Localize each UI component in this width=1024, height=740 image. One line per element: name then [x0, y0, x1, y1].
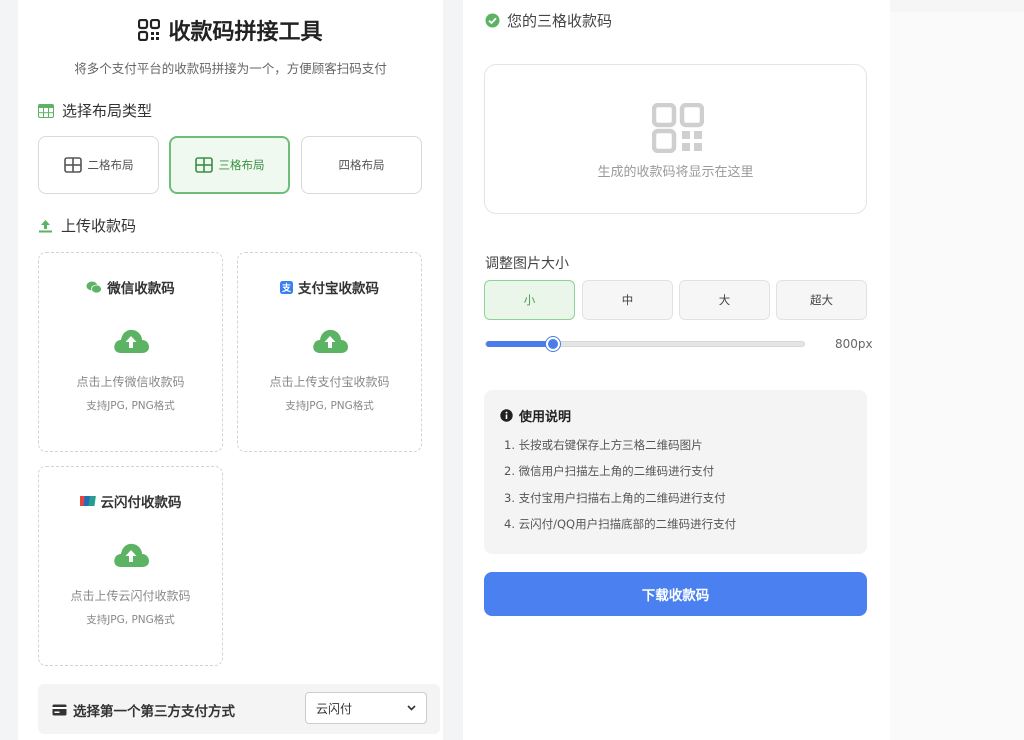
- format-hint: 支持JPG, PNG格式: [285, 400, 374, 412]
- page-background: [890, 0, 1024, 740]
- selected-value: 云闪付: [316, 701, 353, 716]
- instruction-item: 2. 微信用户扫描左上角的二维码进行支付: [504, 464, 715, 478]
- unionpay-upload-card[interactable]: 云闪付收款码 点击上传云闪付收款码 支持JPG, PNG格式: [38, 466, 223, 666]
- upload-icon: [39, 219, 52, 232]
- third-party-label: 选择第一个第三方支付方式: [52, 700, 235, 720]
- unionpay-icon: [79, 496, 96, 506]
- result-heading: 您的三格收款码: [485, 10, 612, 31]
- layout-four-grid-button[interactable]: 四格布局: [301, 136, 422, 194]
- size-xlarge-button[interactable]: 超大: [776, 280, 867, 320]
- download-button[interactable]: 下载收款码: [484, 572, 867, 616]
- page-title: 收款码拼接工具: [18, 14, 443, 46]
- cloud-upload-icon: [113, 543, 149, 567]
- layout-two-grid-button[interactable]: 二格布局: [38, 136, 159, 194]
- size-small-button[interactable]: 小: [484, 280, 575, 320]
- instructions-title: 使用说明: [500, 406, 571, 425]
- layout-option-label: 四格布局: [338, 158, 385, 172]
- layout-three-grid-button[interactable]: 三格布局: [169, 136, 290, 194]
- layout-option-label: 三格布局: [218, 158, 265, 172]
- instruction-item: 3. 支付宝用户扫描右上角的二维码进行支付: [504, 491, 726, 505]
- result-panel: 您的三格收款码 生成的收款码将显示在这里 调整图片大小 小 中 大 超大 800…: [463, 0, 890, 740]
- card-title: 微信收款码: [39, 277, 222, 297]
- third-party-selector: 选择第一个第三方支付方式 云闪付: [38, 684, 440, 734]
- size-label: 调整图片大小: [485, 256, 569, 272]
- qr-code-placeholder-icon: [652, 103, 704, 153]
- upload-hint: 点击上传支付宝收款码: [269, 375, 390, 389]
- card-title-text: 微信收款码: [107, 281, 175, 297]
- chevron-down-icon: [407, 705, 416, 711]
- table-icon: [38, 103, 54, 118]
- qr-preview-area: 生成的收款码将显示在这里: [484, 64, 867, 214]
- page-subtitle: 将多个支付平台的收款码拼接为一个，方便顾客扫码支付: [74, 61, 387, 76]
- card-title-text: 支付宝收款码: [298, 281, 379, 297]
- page-background-inner: [890, 12, 1024, 740]
- upload-hint: 点击上传微信收款码: [76, 375, 185, 389]
- layout-section-heading: 选择布局类型: [38, 100, 152, 121]
- qr-code-icon: [138, 19, 161, 41]
- wechat-upload-card[interactable]: 微信收款码 点击上传微信收款码 支持JPG, PNG格式: [38, 252, 223, 452]
- instructions-title-text: 使用说明: [519, 410, 572, 425]
- format-hint: 支持JPG, PNG格式: [86, 614, 175, 626]
- size-large-button[interactable]: 大: [679, 280, 770, 320]
- card-title-text: 云闪付收款码: [100, 495, 182, 511]
- card-title: 支 支付宝收款码: [238, 277, 421, 297]
- instructions-box: 使用说明 1. 长按或右键保存上方三格二维码图片 2. 微信用户扫描左上角的二维…: [484, 390, 867, 554]
- result-heading-text: 您的三格收款码: [507, 12, 613, 30]
- alipay-icon: 支: [280, 280, 293, 294]
- svg-text:支: 支: [281, 282, 292, 294]
- credit-card-icon: [52, 704, 67, 716]
- format-hint: 支持JPG, PNG格式: [86, 400, 175, 412]
- page-title-text: 收款码拼接工具: [168, 20, 323, 45]
- slider-thumb[interactable]: [545, 337, 560, 351]
- layout-section-title: 选择布局类型: [62, 102, 153, 120]
- cloud-upload-icon: [113, 329, 149, 353]
- size-medium-button[interactable]: 中: [582, 280, 673, 320]
- preview-placeholder-text: 生成的收款码将显示在这里: [597, 165, 754, 180]
- instruction-item: 1. 长按或右键保存上方三格二维码图片: [504, 438, 703, 452]
- size-value: 800px: [835, 337, 873, 351]
- upload-hint: 点击上传云闪付收款码: [70, 589, 191, 603]
- tool-panel: 收款码拼接工具 将多个支付平台的收款码拼接为一个，方便顾客扫码支付 选择布局类型…: [18, 0, 443, 740]
- check-circle-icon: [485, 13, 500, 28]
- third-party-select[interactable]: 云闪付: [305, 692, 427, 724]
- upload-section-heading: 上传收款码: [38, 215, 136, 236]
- instruction-item: 4. 云闪付/QQ用户扫描底部的二维码进行支付: [504, 517, 737, 531]
- layout-option-label: 二格布局: [87, 158, 134, 172]
- upload-section-title: 上传收款码: [61, 217, 137, 235]
- card-title: 云闪付收款码: [39, 491, 222, 511]
- size-slider[interactable]: [485, 337, 805, 351]
- alipay-upload-card[interactable]: 支 支付宝收款码 点击上传支付宝收款码 支持JPG, PNG格式: [237, 252, 422, 452]
- grid-two-icon: [63, 157, 82, 173]
- third-party-label-text: 选择第一个第三方支付方式: [73, 704, 235, 720]
- grid-three-icon: [194, 157, 213, 173]
- cloud-upload-icon: [312, 329, 348, 353]
- info-icon: [500, 409, 513, 422]
- wechat-icon: [86, 281, 103, 293]
- slider-fill: [486, 341, 553, 347]
